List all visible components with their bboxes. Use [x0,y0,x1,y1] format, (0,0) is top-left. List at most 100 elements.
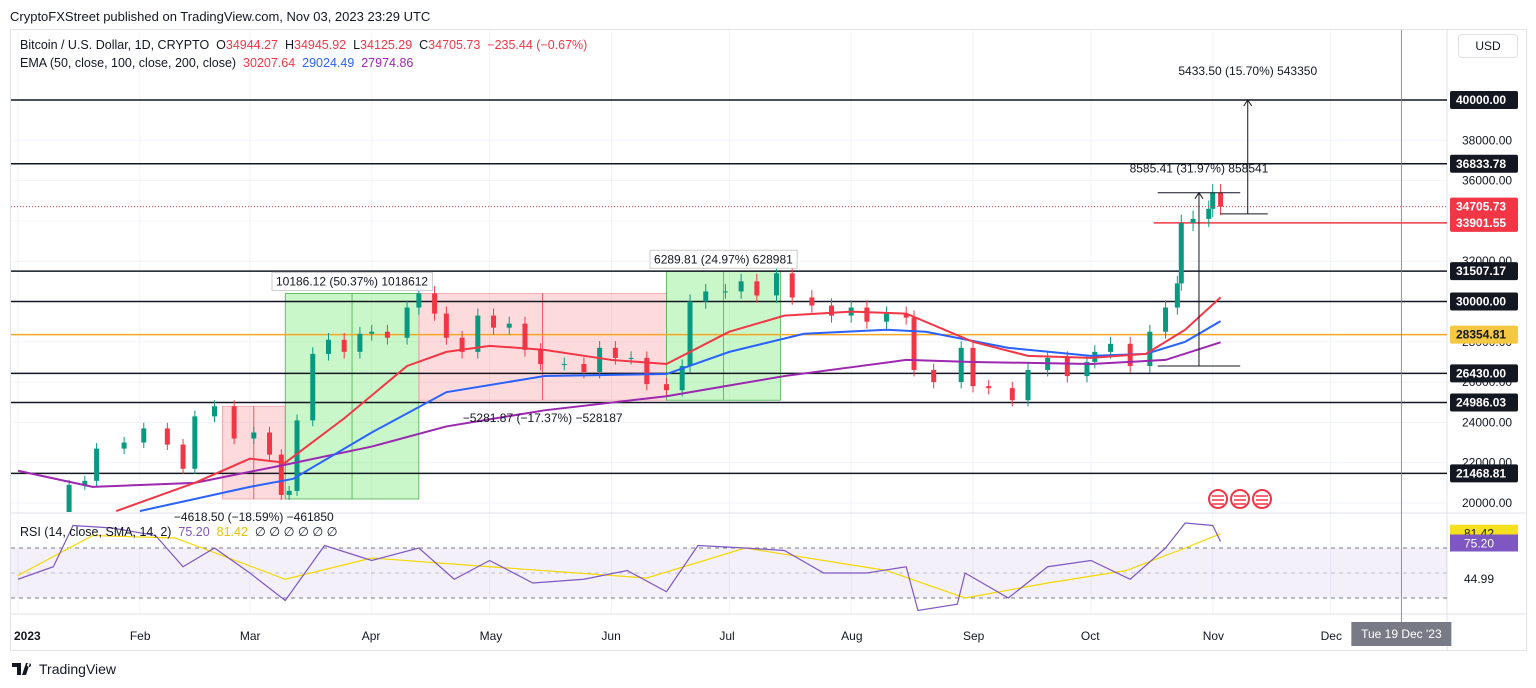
us-flag-event-icon [1252,489,1272,509]
high-label: H [284,38,294,52]
candle-body [1108,343,1114,352]
x-tick-label: Apr [362,629,381,643]
symbol-legend: Bitcoin / U.S. Dollar, 1D, CRYPTO O34944… [20,38,587,52]
crosshair-date-label: Tue 19 Dec '23 [1361,627,1442,641]
y-tick-label: 36000.00 [1462,174,1512,188]
candle-body [581,363,587,373]
candle-body [703,291,709,302]
change-value: −235.44 (−0.67%) [487,38,588,52]
candle-body [911,317,917,371]
candle-body [884,313,890,322]
ema-legend: EMA (50, close, 100, close, 200, close) … [20,56,413,70]
rsi-band [11,548,1447,598]
candle-body [1174,283,1180,308]
us-flag-event-icon [1230,489,1250,509]
candle-body [809,297,815,306]
y-tick-label: 24000.00 [1462,415,1512,429]
rsi-value: 75.20 [178,525,210,539]
candle-body [1206,208,1212,219]
level-price-label: 40000.00 [1456,93,1506,107]
candle-body [432,293,438,314]
candle-body [931,370,937,383]
candle-body [325,339,331,354]
candle-body [212,406,217,417]
candle-body [1190,218,1196,223]
rsi-ma-value: 81.42 [216,525,248,539]
currency-button[interactable]: USD [1458,34,1518,58]
open-value: 34944.27 [225,38,279,52]
ema200-value: 27974.86 [361,56,414,70]
ema50-value: 30207.64 [243,56,296,70]
candle-body [986,386,992,389]
candle-body [789,273,795,298]
measure-label: 6289.81 (24.97%) 628981 [654,252,793,266]
price-chart[interactable]: 20000.0022000.0024000.0026000.0028000.00… [0,0,1536,688]
y-tick-label: 20000.00 [1462,496,1512,510]
x-tick-label: Mar [240,629,261,643]
rsi-label: RSI (14, close, SMA, 14, 2) [20,525,172,539]
candle-body [538,349,544,364]
y-tick-label: 38000.00 [1462,133,1512,147]
candle-body [958,347,964,383]
high-value: 34945.92 [294,38,347,52]
x-tick-label: Jun [601,629,620,643]
rsi-axis-label: 44.99 [1464,572,1494,586]
candle-body [1163,307,1169,332]
candle-body [491,315,497,328]
candle-body [267,432,273,455]
candle-body [278,454,284,495]
brand-name: TradingView [39,661,117,677]
us-flag-event-icon [1208,489,1228,509]
candle-body [443,313,449,338]
low-label: L [353,38,361,52]
x-tick-label: Dec [1321,629,1342,643]
candle-body [597,347,603,373]
close-value: 34705.73 [428,38,481,52]
last-price-label: 34705.73 [1456,200,1506,214]
x-tick-label: Nov [1203,629,1224,643]
candle-body [1064,357,1070,377]
x-tick-label: May [480,629,503,643]
ruler-label: 5433.50 (15.70%) 543350 [1178,64,1317,78]
candle-body [628,357,634,359]
measure-label: 10186.12 (50.37%) 1018612 [276,274,428,288]
level-price-label: 24986.03 [1456,396,1506,410]
candle-body [231,406,237,439]
candle-body [970,347,976,387]
measure-label: −5281.87 (−17.37%) −528187 [463,411,623,425]
candle-body [66,484,72,512]
x-tick-label: 2023 [14,629,41,643]
candle-body [738,281,744,292]
candle-body [192,416,198,469]
candle-body [663,384,669,391]
rsi-legend: RSI (14, close, SMA, 14, 2) 75.20 81.42 … [20,524,338,539]
candle-body [1178,222,1184,284]
candle-body [416,293,422,308]
ema100-value: 29024.49 [302,56,355,70]
candle-body [404,307,410,338]
level-price-label: 36833.78 [1456,157,1506,171]
level-price-label: 21468.81 [1456,466,1506,480]
tradingview-logo[interactable]: TradingView [12,661,116,677]
level-price-label: 28354.81 [1456,328,1506,342]
candle-body [506,323,512,328]
level-price-label: 30000.00 [1456,295,1506,309]
candle-body [561,363,567,365]
ema-label: EMA (50, close, 100, close, 200, close) [20,56,237,70]
candle-body [829,305,835,316]
candle-body [94,448,100,481]
x-tick-label: Sep [963,629,985,643]
candle-body [180,444,186,469]
x-tick-label: Aug [841,629,862,643]
rsi-na-values: ∅ ∅ ∅ ∅ ∅ ∅ [254,525,338,539]
candle-body [286,490,292,495]
candle-body [251,432,257,439]
candle-body [341,339,347,352]
level-price-label: 26430.00 [1456,366,1506,380]
x-tick-label: Oct [1081,629,1100,643]
measure-label: −4618.50 (−18.59%) −461850 [174,510,334,524]
low-value: 34125.29 [360,38,413,52]
candle-body [369,331,375,334]
candle-body [310,353,316,421]
candle-body [384,331,390,338]
